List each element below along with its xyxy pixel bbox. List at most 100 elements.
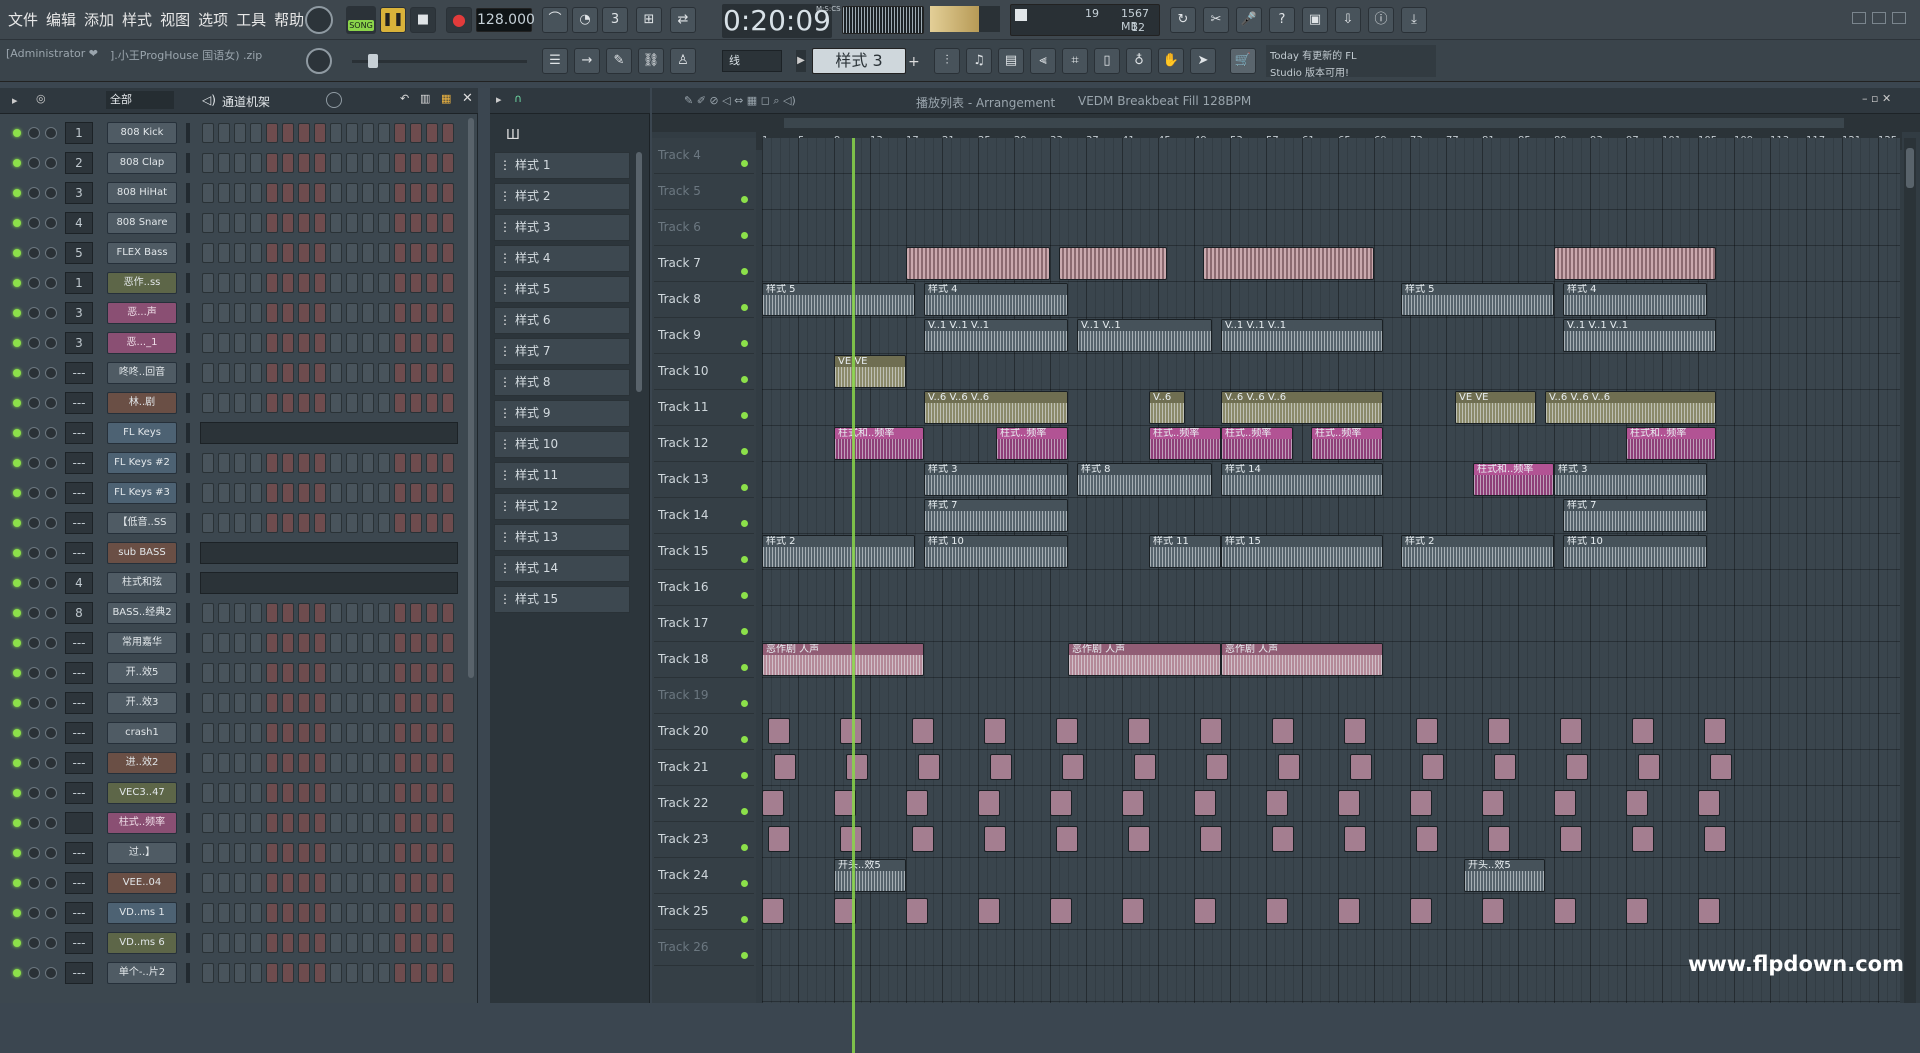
menu-patterns[interactable]: 样式 bbox=[118, 0, 156, 40]
channel-select-bar[interactable] bbox=[186, 183, 190, 203]
pin-icon[interactable]: ♁ bbox=[1126, 48, 1152, 74]
channel-select-bar[interactable] bbox=[186, 213, 190, 233]
step-button[interactable] bbox=[330, 243, 342, 263]
step-button[interactable] bbox=[362, 153, 374, 173]
step-button[interactable] bbox=[330, 663, 342, 683]
channel-on-led[interactable] bbox=[13, 189, 21, 197]
step-button[interactable] bbox=[362, 213, 374, 233]
step-button[interactable] bbox=[218, 963, 230, 983]
step-button[interactable] bbox=[442, 603, 454, 623]
track-header[interactable]: Track 25 bbox=[654, 894, 754, 930]
step-button[interactable] bbox=[282, 963, 294, 983]
step-button[interactable] bbox=[298, 333, 310, 353]
step-button[interactable] bbox=[250, 783, 262, 803]
channel-filter[interactable]: 全部 bbox=[106, 91, 174, 109]
menu-add[interactable]: 添加 bbox=[80, 0, 118, 40]
step-button[interactable] bbox=[442, 693, 454, 713]
step-button[interactable] bbox=[394, 873, 406, 893]
channel-name-button[interactable]: VEC3..47 bbox=[107, 782, 177, 804]
step-button[interactable] bbox=[298, 363, 310, 383]
step-button[interactable] bbox=[378, 483, 390, 503]
step-button[interactable] bbox=[266, 123, 278, 143]
step-button[interactable] bbox=[410, 873, 422, 893]
step-button[interactable] bbox=[250, 693, 262, 713]
step-button[interactable] bbox=[362, 303, 374, 323]
step-button[interactable] bbox=[282, 783, 294, 803]
step-button[interactable] bbox=[394, 243, 406, 263]
channel-select-bar[interactable] bbox=[186, 393, 190, 413]
prev-pattern-arrow[interactable]: ▶ bbox=[796, 50, 806, 72]
step-button[interactable] bbox=[234, 393, 246, 413]
channel-name-button[interactable]: FL Keys #2 bbox=[107, 452, 177, 474]
channel-select-bar[interactable] bbox=[186, 933, 190, 953]
arrangement-clip[interactable] bbox=[906, 247, 1050, 280]
pan-knob[interactable] bbox=[28, 877, 40, 889]
pan-knob[interactable] bbox=[28, 127, 40, 139]
rack-scrollbar[interactable] bbox=[468, 118, 474, 678]
playlist-icon[interactable]: ☰ bbox=[542, 48, 568, 74]
track-header[interactable]: Track 17 bbox=[654, 606, 754, 642]
step-button[interactable] bbox=[298, 483, 310, 503]
automation-clip[interactable] bbox=[1494, 754, 1516, 780]
step-button[interactable] bbox=[282, 333, 294, 353]
record-button[interactable]: ● bbox=[446, 7, 472, 33]
channel-name-button[interactable]: VEE..04 bbox=[107, 872, 177, 894]
arrangement-clip[interactable]: 样式 7 bbox=[1563, 499, 1707, 532]
step-button[interactable] bbox=[282, 843, 294, 863]
step-button[interactable] bbox=[426, 513, 438, 533]
channel-name-button[interactable]: 恶..._1 bbox=[107, 332, 177, 354]
wait-input-icon[interactable]: ◔ bbox=[572, 7, 598, 33]
step-button[interactable] bbox=[266, 363, 278, 383]
step-button[interactable] bbox=[378, 333, 390, 353]
track-header[interactable]: Track 6 bbox=[654, 210, 754, 246]
channel-on-led[interactable] bbox=[13, 219, 21, 227]
pan-knob[interactable] bbox=[28, 787, 40, 799]
step-button[interactable] bbox=[282, 123, 294, 143]
pan-knob[interactable] bbox=[28, 487, 40, 499]
channel-on-led[interactable] bbox=[13, 459, 21, 467]
step-button[interactable] bbox=[218, 633, 230, 653]
add-pattern-icon[interactable]: + bbox=[908, 54, 920, 70]
step-button[interactable] bbox=[330, 303, 342, 323]
step-button[interactable] bbox=[234, 693, 246, 713]
channel-name-button[interactable]: 咚咚..回音 bbox=[107, 362, 177, 384]
automation-clip[interactable] bbox=[1554, 790, 1576, 816]
step-button[interactable] bbox=[394, 153, 406, 173]
step-button[interactable] bbox=[218, 453, 230, 473]
automation-clip[interactable] bbox=[840, 718, 862, 744]
step-button[interactable] bbox=[442, 903, 454, 923]
track-header[interactable]: Track 8 bbox=[654, 282, 754, 318]
mixer-track-number[interactable]: --- bbox=[65, 722, 93, 744]
channel-select-bar[interactable] bbox=[186, 663, 190, 683]
pattern-item[interactable]: ⋮ 样式 14 bbox=[494, 555, 630, 582]
step-button[interactable] bbox=[314, 843, 326, 863]
step-button[interactable] bbox=[282, 393, 294, 413]
step-button[interactable] bbox=[202, 693, 214, 713]
step-button[interactable] bbox=[330, 183, 342, 203]
step-button[interactable] bbox=[346, 513, 358, 533]
channel-select-bar[interactable] bbox=[186, 573, 190, 593]
automation-clip[interactable] bbox=[1122, 898, 1144, 924]
channel-select-bar[interactable] bbox=[186, 603, 190, 623]
automation-clip[interactable] bbox=[1344, 718, 1366, 744]
step-button[interactable] bbox=[362, 723, 374, 743]
automation-clip[interactable] bbox=[762, 790, 784, 816]
volume-knob[interactable] bbox=[45, 247, 57, 259]
step-button[interactable] bbox=[314, 783, 326, 803]
mixer-track-number[interactable]: --- bbox=[65, 452, 93, 474]
step-button[interactable] bbox=[378, 213, 390, 233]
step-button[interactable] bbox=[378, 513, 390, 533]
automation-clip[interactable] bbox=[984, 718, 1006, 744]
track-header[interactable]: Track 20 bbox=[654, 714, 754, 750]
pan-knob[interactable] bbox=[28, 847, 40, 859]
arrangement-clip[interactable] bbox=[1059, 247, 1167, 280]
countdown-icon[interactable]: 3 bbox=[602, 7, 628, 33]
channel-select-bar[interactable] bbox=[186, 813, 190, 833]
pattern-item[interactable]: ⋮ 样式 3 bbox=[494, 214, 630, 241]
step-button[interactable] bbox=[298, 693, 310, 713]
arrangement-clip[interactable]: VE VE bbox=[1455, 391, 1536, 424]
arrangement-clip[interactable]: 柱式和..频率 bbox=[834, 427, 924, 460]
step-button[interactable] bbox=[314, 633, 326, 653]
step-button[interactable] bbox=[410, 123, 422, 143]
volume-knob[interactable] bbox=[45, 787, 57, 799]
